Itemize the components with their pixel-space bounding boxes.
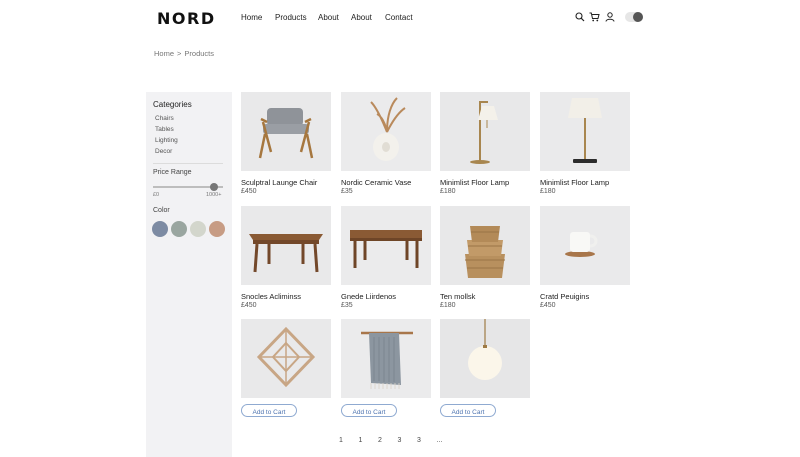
breadcrumb: Home > Products: [154, 49, 217, 58]
product-name[interactable]: Gnede Liirdenos: [341, 292, 431, 301]
color-swatch-sage[interactable]: [171, 221, 187, 237]
add-to-cart-button[interactable]: Add to Cart: [341, 404, 397, 417]
page-link[interactable]: 1: [339, 437, 359, 444]
main-nav: Home Products About About Contact: [241, 13, 425, 22]
page-link[interactable]: 3: [398, 437, 418, 444]
product-card[interactable]: Minimlist Floor Lamp £180: [440, 92, 530, 195]
product-name[interactable]: Cratd Peuigins: [540, 292, 630, 301]
page-link[interactable]: 1: [359, 437, 379, 444]
product-price: £180: [440, 188, 456, 195]
product-name[interactable]: Minimlist Floor Lamp: [540, 178, 630, 187]
product-card[interactable]: Snocles Acliminss £450: [241, 206, 331, 309]
color-swatch-blue[interactable]: [152, 221, 168, 237]
price-max-label: 1000+: [206, 192, 222, 198]
product-card[interactable]: Minimlist Floor Lamp £180: [540, 92, 630, 195]
product-price: £180: [440, 302, 456, 309]
product-name[interactable]: Ten mollsk: [440, 292, 530, 301]
color-title: Color: [153, 207, 170, 214]
product-card[interactable]: Gnede Liirdenos £35: [341, 206, 431, 309]
product-image[interactable]: [440, 319, 530, 398]
product-price: £35: [341, 302, 353, 309]
nav-home-link[interactable]: Home: [241, 13, 275, 22]
product-image[interactable]: [241, 92, 331, 171]
category-decor[interactable]: Decor: [155, 148, 178, 159]
color-swatch-terracotta[interactable]: [209, 221, 225, 237]
product-price: £450: [540, 302, 556, 309]
breadcrumb-current: Products: [184, 49, 215, 58]
product-image[interactable]: [341, 92, 431, 171]
color-swatches: [152, 221, 228, 237]
product-card[interactable]: Add to Cart: [440, 319, 530, 419]
breadcrumb-separator: >: [177, 49, 182, 58]
category-chairs[interactable]: Chairs: [155, 115, 178, 126]
user-icon[interactable]: [604, 11, 615, 22]
add-to-cart-button[interactable]: Add to Cart: [241, 404, 297, 417]
product-price: £450: [241, 302, 257, 309]
filter-sidebar: Categories Chairs Tables Lighting Decor …: [146, 92, 232, 457]
search-icon[interactable]: [574, 11, 585, 22]
nav-about-link-2[interactable]: About: [351, 13, 385, 22]
product-card[interactable]: Sculptral Launge Chair £450: [241, 92, 331, 195]
product-price: £35: [341, 188, 353, 195]
product-image[interactable]: [540, 206, 630, 285]
product-image[interactable]: [341, 319, 431, 398]
page-link[interactable]: 3: [417, 437, 437, 444]
category-tables[interactable]: Tables: [155, 126, 178, 137]
product-card[interactable]: Ten mollsk £180: [440, 206, 530, 309]
nav-about-link[interactable]: About: [318, 13, 351, 22]
product-image[interactable]: [540, 92, 630, 171]
categories-title: Categories: [153, 100, 192, 109]
price-slider[interactable]: [153, 183, 223, 191]
product-card[interactable]: Add to Cart: [241, 319, 331, 419]
brand-logo[interactable]: NORD: [157, 9, 216, 28]
price-min-label: £0: [153, 192, 160, 198]
product-card[interactable]: Nordic Ceramic Vase £35: [341, 92, 431, 195]
page-ellipsis: ...: [436, 437, 443, 444]
nav-contact-link[interactable]: Contact: [385, 13, 425, 22]
price-range-title: Price Range: [153, 169, 192, 176]
page-link[interactable]: 2: [378, 437, 398, 444]
product-image[interactable]: [440, 206, 530, 285]
pagination: 1 1 2 3 3 ...: [339, 437, 456, 444]
header-icons: [574, 11, 619, 22]
product-name[interactable]: Minimlist Floor Lamp: [440, 178, 530, 187]
nav-products-link[interactable]: Products: [275, 13, 318, 22]
product-image[interactable]: [341, 206, 431, 285]
product-image[interactable]: [440, 92, 530, 171]
product-name[interactable]: Snocles Acliminss: [241, 292, 331, 301]
product-image[interactable]: [241, 206, 331, 285]
price-slider-thumb[interactable]: [209, 183, 218, 191]
sidebar-divider: [153, 163, 223, 164]
product-price: £180: [540, 188, 556, 195]
breadcrumb-home[interactable]: Home: [154, 49, 174, 58]
cart-icon[interactable]: [589, 11, 600, 22]
product-name[interactable]: Nordic Ceramic Vase: [341, 178, 431, 187]
product-name[interactable]: Sculptral Launge Chair: [241, 178, 331, 187]
toggle-knob: [633, 12, 643, 22]
category-lighting[interactable]: Lighting: [155, 137, 178, 148]
product-image[interactable]: [241, 319, 331, 398]
dark-mode-toggle[interactable]: [625, 12, 643, 22]
product-card[interactable]: Cratd Peuigins £450: [540, 206, 630, 309]
add-to-cart-button[interactable]: Add to Cart: [440, 404, 496, 417]
product-price: £450: [241, 188, 257, 195]
color-swatch-cream[interactable]: [190, 221, 206, 237]
product-card[interactable]: Add to Cart: [341, 319, 431, 419]
category-list: Chairs Tables Lighting Decor: [155, 115, 178, 159]
